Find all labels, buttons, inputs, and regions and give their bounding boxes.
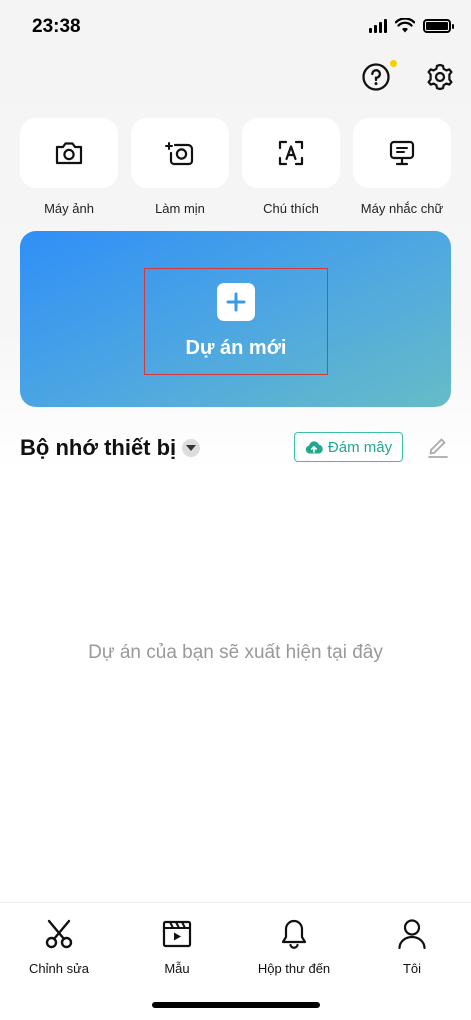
settings-button[interactable] xyxy=(425,62,455,92)
tool-retouch[interactable]: Làm mịn xyxy=(131,118,229,216)
gear-icon xyxy=(427,63,453,91)
question-circle-icon xyxy=(362,63,390,91)
person-icon xyxy=(398,919,426,950)
storage-header: Bộ nhớ thiết bị Đám mây xyxy=(20,432,451,464)
battery-icon xyxy=(423,18,454,33)
status-bar: 23:38 xyxy=(0,0,471,56)
edit-button[interactable] xyxy=(427,435,449,464)
tool-auto-caption[interactable]: Chú thích xyxy=(242,118,340,216)
scissors-icon xyxy=(45,919,73,949)
nav-item-edit[interactable]: Chỉnh sửa xyxy=(0,917,118,976)
tool-card[interactable] xyxy=(242,118,340,188)
cloud-upload-icon xyxy=(305,441,323,454)
nav-label: Mẫu xyxy=(164,961,190,976)
cloud-label: Đám mây xyxy=(327,438,393,456)
retouch-icon xyxy=(165,142,194,166)
tool-label: Máy ảnh xyxy=(44,201,94,216)
template-icon xyxy=(162,920,192,948)
tool-card[interactable] xyxy=(353,118,451,188)
tool-label: Máy nhắc chữ xyxy=(360,201,444,216)
auto-caption-icon xyxy=(278,140,304,166)
chevron-down-icon xyxy=(182,439,201,457)
top-actions xyxy=(361,60,455,92)
tool-card[interactable] xyxy=(20,118,118,188)
camera-icon xyxy=(55,142,83,165)
wifi-icon xyxy=(395,18,415,33)
nav-label: Hộp thư đến xyxy=(257,961,331,976)
teleprompter-icon xyxy=(389,140,415,166)
home-indicator xyxy=(152,1002,320,1008)
new-project-card[interactable]: Dự án mới xyxy=(20,231,451,407)
help-button[interactable] xyxy=(361,60,397,92)
nav-item-profile[interactable]: Tôi xyxy=(353,917,471,976)
cloud-button[interactable]: Đám mây xyxy=(294,432,403,462)
tool-teleprompter[interactable]: Máy nhắc chữ xyxy=(353,118,451,216)
new-project-button[interactable]: Dự án mới xyxy=(144,268,328,375)
pencil-icon xyxy=(428,438,448,458)
storage-selector[interactable]: Bộ nhớ thiết bị xyxy=(20,435,201,461)
tool-card[interactable] xyxy=(131,118,229,188)
nav-item-templates[interactable]: Mẫu xyxy=(118,917,236,976)
nav-label: Chỉnh sửa xyxy=(28,961,89,976)
nav-label: Tôi xyxy=(402,961,422,976)
quick-tools: Máy ảnh Làm mịn Chú thích Máy nhắc chữ xyxy=(20,118,451,216)
nav-item-inbox[interactable]: Hộp thư đến xyxy=(235,917,353,976)
notification-dot xyxy=(390,60,397,67)
tool-label: Làm mịn xyxy=(155,201,205,216)
tool-label: Chú thích xyxy=(263,201,319,216)
status-icons xyxy=(369,18,454,33)
status-time: 23:38 xyxy=(32,16,81,37)
new-project-label: Dự án mới xyxy=(185,337,287,359)
storage-title: Bộ nhớ thiết bị xyxy=(20,435,177,460)
cellular-signal-icon xyxy=(369,18,387,33)
bell-icon xyxy=(281,919,307,949)
empty-state-text: Dự án của bạn sẽ xuất hiện tại đây xyxy=(88,642,383,663)
tool-camera[interactable]: Máy ảnh xyxy=(20,118,118,216)
plus-icon xyxy=(217,283,255,321)
